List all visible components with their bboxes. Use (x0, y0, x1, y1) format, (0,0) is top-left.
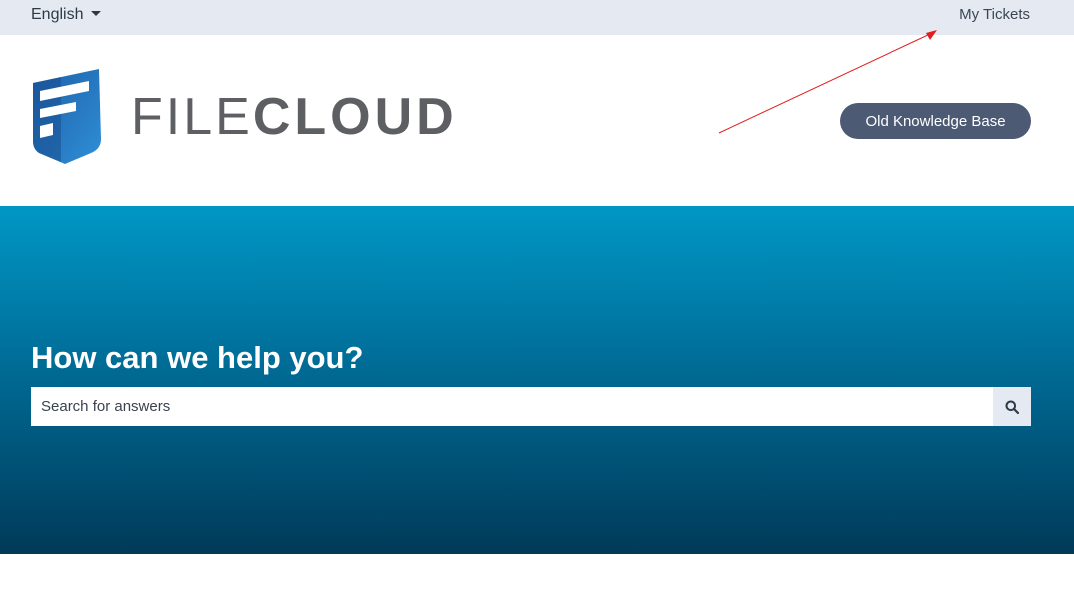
search-button[interactable] (993, 387, 1031, 426)
hero-section: How can we help you? (0, 206, 1074, 554)
logo-wordmark: FILECLOUD (131, 88, 458, 146)
hero-title: How can we help you? (31, 340, 364, 375)
caret-down-icon (91, 10, 102, 16)
search-input[interactable] (31, 387, 993, 426)
search-icon (1005, 400, 1019, 414)
old-knowledge-base-button[interactable]: Old Knowledge Base (840, 103, 1031, 139)
site-header: FILECLOUD Old Knowledge Base (0, 35, 1074, 206)
my-tickets-link[interactable]: My Tickets (959, 6, 1030, 23)
top-bar: English My Tickets (0, 0, 1074, 35)
language-label: English (31, 6, 84, 23)
language-selector[interactable]: English (31, 6, 102, 24)
filecloud-shield-icon (33, 69, 101, 164)
search-bar (31, 387, 1031, 426)
filecloud-logo[interactable]: FILECLOUD (31, 69, 458, 165)
